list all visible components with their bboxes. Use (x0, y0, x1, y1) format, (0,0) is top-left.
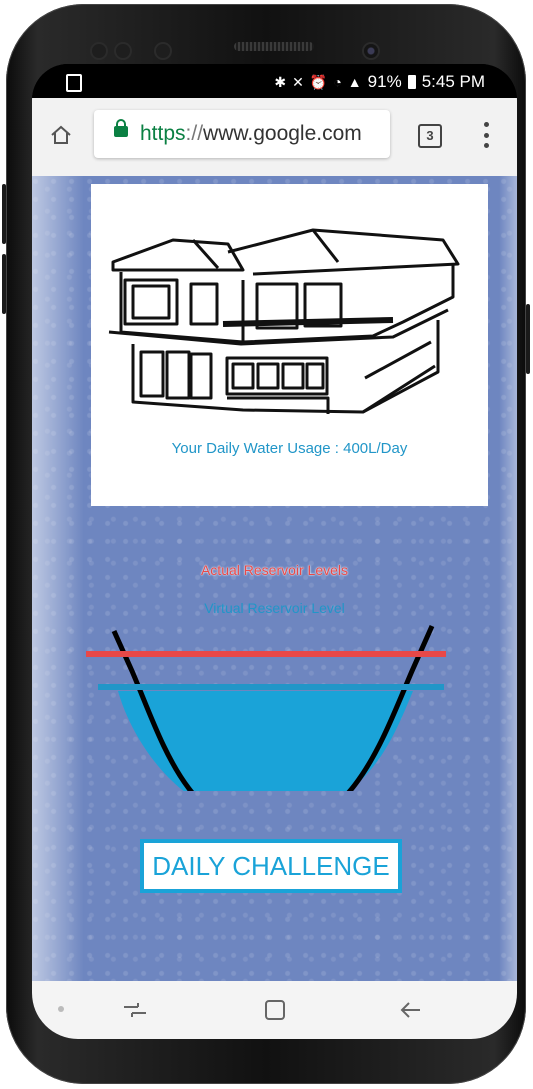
mute-icon: ✕ (292, 74, 304, 90)
recent-apps-icon[interactable] (120, 995, 150, 1025)
wifi-icon: ◔ (333, 74, 342, 90)
status-icons: ✱ ✕ ⏰ ◔ ▲ 91% 5:45 PM (274, 72, 485, 92)
url-host: www.google.com (203, 122, 362, 145)
signal-icon: ▲ (347, 74, 362, 90)
sensor-icon (92, 44, 106, 58)
url-separator: :// (185, 122, 204, 145)
power-button (526, 304, 530, 374)
navigation-bar (32, 981, 517, 1039)
nav-indicator-dot (58, 1006, 64, 1012)
home-button-icon[interactable] (260, 995, 290, 1025)
earpiece-speaker (234, 42, 314, 51)
status-bar: ✱ ✕ ⏰ ◔ ▲ 91% 5:45 PM (32, 64, 517, 98)
bluetooth-icon: ✱ (274, 74, 287, 90)
phone-frame: ✱ ✕ ⏰ ◔ ▲ 91% 5:45 PM https://www.google… (2, 4, 530, 1084)
actual-reservoir-label: Actual Reservoir Levels (200, 562, 349, 578)
screen: ✱ ✕ ⏰ ◔ ▲ 91% 5:45 PM https://www.google… (32, 64, 517, 1039)
house-card: Your Daily Water Usage : 400L/Day (91, 184, 488, 506)
virtual-level-line (98, 684, 444, 690)
home-icon[interactable] (50, 124, 72, 146)
sensor-icon (116, 44, 130, 58)
page-content: Your Daily Water Usage : 400L/Day Actual… (32, 176, 517, 981)
water-fill (90, 691, 413, 791)
daily-usage-text: Your Daily Water Usage : 400L/Day (171, 440, 408, 457)
volume-up-button (2, 184, 6, 244)
tab-switcher-button[interactable]: 3 (418, 124, 442, 148)
daily-challenge-button[interactable]: DAILY CHALLENGE (140, 839, 402, 893)
clock: 5:45 PM (421, 72, 485, 91)
url-scheme: https (140, 122, 186, 145)
battery-percent: 91% (367, 72, 402, 91)
screenshot-notification-icon (66, 74, 82, 92)
actual-level-line (86, 651, 446, 657)
alarm-icon: ⏰ (309, 74, 328, 90)
house-illustration (108, 228, 460, 414)
back-icon[interactable] (396, 995, 426, 1025)
overflow-menu-icon[interactable] (484, 122, 490, 148)
address-bar[interactable]: https://www.google.com (94, 110, 390, 158)
sensor-icon (156, 44, 170, 58)
volume-down-button (2, 254, 6, 314)
url-text[interactable]: https://www.google.com (140, 122, 362, 146)
browser-toolbar: https://www.google.com 3 (32, 98, 517, 176)
virtual-reservoir-label: Virtual Reservoir Level (204, 600, 345, 616)
battery-icon (407, 75, 416, 89)
front-camera-icon (364, 44, 378, 58)
lock-icon (114, 119, 128, 137)
